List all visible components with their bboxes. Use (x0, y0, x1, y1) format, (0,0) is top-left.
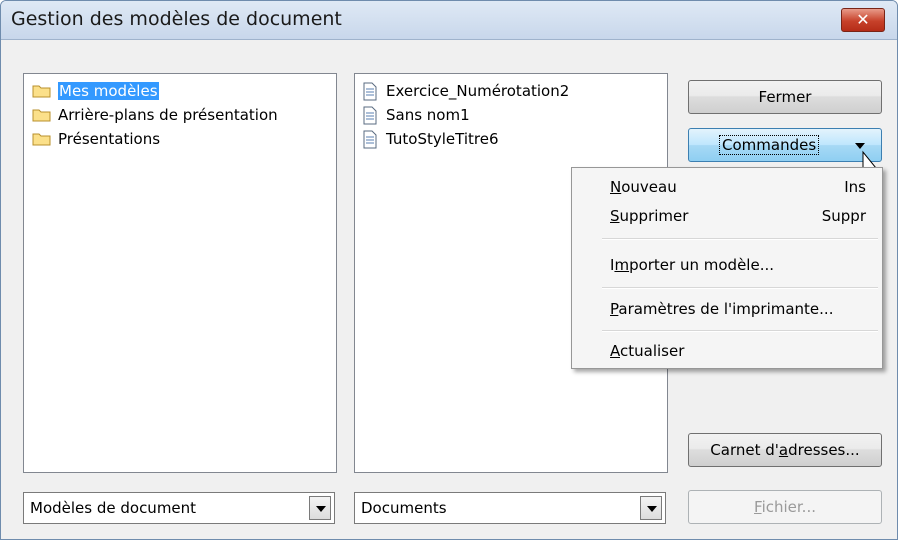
chevron-down-icon[interactable] (640, 496, 662, 520)
select-value: Modèles de document (30, 499, 197, 517)
document-icon (363, 130, 377, 148)
chevron-down-icon[interactable] (309, 496, 331, 520)
list-item[interactable]: Présentations (32, 128, 160, 150)
folder-icon (32, 85, 51, 98)
menu-shortcut: Suppr (821, 207, 866, 225)
list-item-label: TutoStyleTitre6 (386, 130, 499, 148)
file-label-end: ichier... (761, 498, 816, 516)
file-button[interactable]: Fichier... (688, 490, 882, 524)
template-manager-dialog: Gestion des modèles de document ✕ Mes mo… (0, 0, 898, 540)
file-accel: F (754, 498, 762, 516)
close-icon[interactable]: ✕ (841, 8, 885, 32)
list-item[interactable]: TutoStyleTitre6 (363, 128, 499, 150)
list-item[interactable]: Arrière-plans de présentation (32, 104, 278, 126)
document-type-select[interactable]: Documents (354, 492, 666, 524)
select-value: Documents (361, 499, 447, 517)
address-book-label-start: Carnet d' (710, 441, 779, 459)
menu-accel: S (610, 207, 620, 225)
dropdown-arrow-icon (855, 143, 865, 149)
address-book-accel: a (778, 441, 789, 459)
menu-separator (602, 238, 878, 240)
commands-label: Commandes (719, 135, 820, 155)
menu-shortcut: Ins (844, 178, 866, 196)
commands-menu: Nouveau Ins Supprimer Suppr Importer un … (571, 167, 883, 369)
menu-item-printer-settings[interactable]: Paramètres de l'imprimante... (610, 296, 866, 322)
category-type-select[interactable]: Modèles de document (23, 492, 335, 524)
category-list[interactable]: Mes modèles Arrière-plans de présentatio… (23, 73, 337, 473)
document-icon (363, 106, 377, 124)
menu-label: ouveau (621, 178, 677, 196)
menu-label: aramètres de l'imprimante... (618, 300, 834, 318)
menu-accel: A (610, 342, 620, 360)
menu-label: porter un modèle... (629, 256, 774, 274)
list-item[interactable]: Exercice_Numérotation2 (363, 80, 569, 102)
list-item[interactable]: Mes modèles (32, 80, 159, 102)
menu-item-import[interactable]: Importer un modèle... (610, 252, 866, 278)
menu-label: ctualiser (620, 342, 685, 360)
menu-separator (602, 287, 878, 289)
window-title: Gestion des modèles de document (11, 8, 342, 30)
menu-accel: m (614, 256, 630, 274)
list-item-label: Mes modèles (58, 82, 159, 100)
list-item-label: Arrière-plans de présentation (58, 106, 278, 124)
folder-icon (32, 109, 51, 122)
menu-item-new[interactable]: Nouveau Ins (610, 174, 866, 200)
list-item-label: Sans nom1 (386, 106, 470, 124)
address-book-button[interactable]: Carnet d'adresses... (688, 433, 882, 467)
menu-item-refresh[interactable]: Actualiser (610, 338, 866, 364)
folder-icon (32, 133, 51, 146)
list-item-label: Exercice_Numérotation2 (386, 82, 570, 100)
menu-accel: N (610, 178, 622, 196)
menu-label: upprimer (619, 207, 689, 225)
list-item[interactable]: Sans nom1 (363, 104, 470, 126)
menu-item-delete[interactable]: Supprimer Suppr (610, 203, 866, 229)
commands-button[interactable]: Commandes (688, 128, 882, 162)
list-item-label: Présentations (58, 130, 161, 148)
title-bar: Gestion des modèles de document ✕ (1, 1, 897, 40)
address-book-label-end: dresses... (788, 441, 860, 459)
document-icon (363, 82, 377, 100)
menu-separator (602, 330, 878, 332)
close-button[interactable]: Fermer (688, 80, 882, 114)
